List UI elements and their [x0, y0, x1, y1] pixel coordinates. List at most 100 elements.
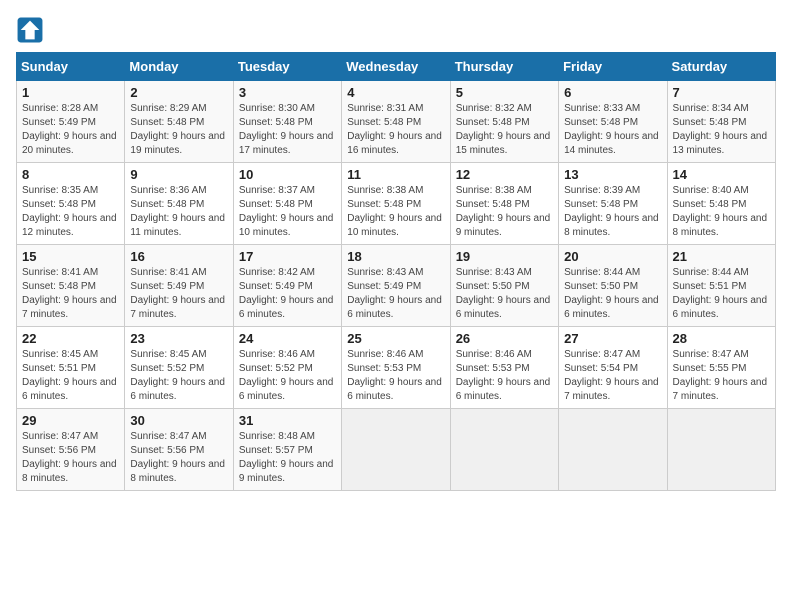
calendar-week: 1 Sunrise: 8:28 AMSunset: 5:49 PMDayligh… [17, 81, 776, 163]
calendar-day [342, 409, 450, 491]
day-number: 25 [347, 331, 444, 346]
day-info: Sunrise: 8:32 AMSunset: 5:48 PMDaylight:… [456, 102, 553, 158]
day-info: Sunrise: 8:29 AMSunset: 5:48 PMDaylight:… [130, 102, 227, 158]
page-header [16, 16, 776, 44]
day-info: Sunrise: 8:34 AMSunset: 5:48 PMDaylight:… [673, 102, 770, 158]
day-number: 20 [564, 249, 661, 264]
calendar-week: 29 Sunrise: 8:47 AMSunset: 5:56 PMDaylig… [17, 409, 776, 491]
day-info: Sunrise: 8:44 AMSunset: 5:50 PMDaylight:… [564, 266, 661, 322]
day-info: Sunrise: 8:47 AMSunset: 5:54 PMDaylight:… [564, 348, 661, 404]
calendar-day: 31 Sunrise: 8:48 AMSunset: 5:57 PMDaylig… [233, 409, 341, 491]
day-number: 10 [239, 167, 336, 182]
day-header-saturday: Saturday [667, 53, 775, 81]
calendar-table: SundayMondayTuesdayWednesdayThursdayFrid… [16, 52, 776, 491]
calendar-day: 14 Sunrise: 8:40 AMSunset: 5:48 PMDaylig… [667, 163, 775, 245]
day-number: 15 [22, 249, 119, 264]
day-info: Sunrise: 8:44 AMSunset: 5:51 PMDaylight:… [673, 266, 770, 322]
calendar-day: 9 Sunrise: 8:36 AMSunset: 5:48 PMDayligh… [125, 163, 233, 245]
calendar-header: SundayMondayTuesdayWednesdayThursdayFrid… [17, 53, 776, 81]
calendar-day: 22 Sunrise: 8:45 AMSunset: 5:51 PMDaylig… [17, 327, 125, 409]
day-info: Sunrise: 8:30 AMSunset: 5:48 PMDaylight:… [239, 102, 336, 158]
day-number: 19 [456, 249, 553, 264]
calendar-day: 5 Sunrise: 8:32 AMSunset: 5:48 PMDayligh… [450, 81, 558, 163]
calendar-day: 21 Sunrise: 8:44 AMSunset: 5:51 PMDaylig… [667, 245, 775, 327]
calendar-day: 2 Sunrise: 8:29 AMSunset: 5:48 PMDayligh… [125, 81, 233, 163]
calendar-day: 30 Sunrise: 8:47 AMSunset: 5:56 PMDaylig… [125, 409, 233, 491]
day-number: 27 [564, 331, 661, 346]
calendar-day: 17 Sunrise: 8:42 AMSunset: 5:49 PMDaylig… [233, 245, 341, 327]
calendar-day: 7 Sunrise: 8:34 AMSunset: 5:48 PMDayligh… [667, 81, 775, 163]
day-header-friday: Friday [559, 53, 667, 81]
day-info: Sunrise: 8:43 AMSunset: 5:50 PMDaylight:… [456, 266, 553, 322]
day-number: 14 [673, 167, 770, 182]
day-number: 5 [456, 85, 553, 100]
day-info: Sunrise: 8:38 AMSunset: 5:48 PMDaylight:… [456, 184, 553, 240]
calendar-day: 13 Sunrise: 8:39 AMSunset: 5:48 PMDaylig… [559, 163, 667, 245]
day-info: Sunrise: 8:39 AMSunset: 5:48 PMDaylight:… [564, 184, 661, 240]
day-info: Sunrise: 8:31 AMSunset: 5:48 PMDaylight:… [347, 102, 444, 158]
day-info: Sunrise: 8:36 AMSunset: 5:48 PMDaylight:… [130, 184, 227, 240]
day-number: 13 [564, 167, 661, 182]
day-number: 22 [22, 331, 119, 346]
day-info: Sunrise: 8:43 AMSunset: 5:49 PMDaylight:… [347, 266, 444, 322]
day-info: Sunrise: 8:38 AMSunset: 5:48 PMDaylight:… [347, 184, 444, 240]
day-info: Sunrise: 8:41 AMSunset: 5:48 PMDaylight:… [22, 266, 119, 322]
calendar-body: 1 Sunrise: 8:28 AMSunset: 5:49 PMDayligh… [17, 81, 776, 491]
calendar-day: 16 Sunrise: 8:41 AMSunset: 5:49 PMDaylig… [125, 245, 233, 327]
day-number: 26 [456, 331, 553, 346]
calendar-day: 25 Sunrise: 8:46 AMSunset: 5:53 PMDaylig… [342, 327, 450, 409]
day-info: Sunrise: 8:42 AMSunset: 5:49 PMDaylight:… [239, 266, 336, 322]
day-number: 6 [564, 85, 661, 100]
calendar-day: 4 Sunrise: 8:31 AMSunset: 5:48 PMDayligh… [342, 81, 450, 163]
calendar-day: 11 Sunrise: 8:38 AMSunset: 5:48 PMDaylig… [342, 163, 450, 245]
day-number: 9 [130, 167, 227, 182]
day-number: 23 [130, 331, 227, 346]
calendar-day: 1 Sunrise: 8:28 AMSunset: 5:49 PMDayligh… [17, 81, 125, 163]
day-info: Sunrise: 8:45 AMSunset: 5:51 PMDaylight:… [22, 348, 119, 404]
day-info: Sunrise: 8:47 AMSunset: 5:55 PMDaylight:… [673, 348, 770, 404]
calendar-day: 19 Sunrise: 8:43 AMSunset: 5:50 PMDaylig… [450, 245, 558, 327]
day-number: 7 [673, 85, 770, 100]
day-info: Sunrise: 8:37 AMSunset: 5:48 PMDaylight:… [239, 184, 336, 240]
day-header-sunday: Sunday [17, 53, 125, 81]
day-number: 3 [239, 85, 336, 100]
day-info: Sunrise: 8:33 AMSunset: 5:48 PMDaylight:… [564, 102, 661, 158]
calendar-day: 23 Sunrise: 8:45 AMSunset: 5:52 PMDaylig… [125, 327, 233, 409]
day-number: 11 [347, 167, 444, 182]
day-number: 2 [130, 85, 227, 100]
day-info: Sunrise: 8:47 AMSunset: 5:56 PMDaylight:… [22, 430, 119, 486]
calendar-week: 15 Sunrise: 8:41 AMSunset: 5:48 PMDaylig… [17, 245, 776, 327]
day-number: 28 [673, 331, 770, 346]
day-info: Sunrise: 8:46 AMSunset: 5:53 PMDaylight:… [456, 348, 553, 404]
day-number: 30 [130, 413, 227, 428]
day-number: 18 [347, 249, 444, 264]
calendar-day: 26 Sunrise: 8:46 AMSunset: 5:53 PMDaylig… [450, 327, 558, 409]
calendar-day [450, 409, 558, 491]
day-number: 29 [22, 413, 119, 428]
day-info: Sunrise: 8:41 AMSunset: 5:49 PMDaylight:… [130, 266, 227, 322]
calendar-day: 6 Sunrise: 8:33 AMSunset: 5:48 PMDayligh… [559, 81, 667, 163]
day-info: Sunrise: 8:35 AMSunset: 5:48 PMDaylight:… [22, 184, 119, 240]
day-number: 1 [22, 85, 119, 100]
calendar-day [559, 409, 667, 491]
calendar-day: 18 Sunrise: 8:43 AMSunset: 5:49 PMDaylig… [342, 245, 450, 327]
calendar-day: 3 Sunrise: 8:30 AMSunset: 5:48 PMDayligh… [233, 81, 341, 163]
day-info: Sunrise: 8:40 AMSunset: 5:48 PMDaylight:… [673, 184, 770, 240]
day-header-monday: Monday [125, 53, 233, 81]
day-info: Sunrise: 8:28 AMSunset: 5:49 PMDaylight:… [22, 102, 119, 158]
day-header-thursday: Thursday [450, 53, 558, 81]
day-number: 16 [130, 249, 227, 264]
day-header-tuesday: Tuesday [233, 53, 341, 81]
day-info: Sunrise: 8:48 AMSunset: 5:57 PMDaylight:… [239, 430, 336, 486]
calendar-day: 10 Sunrise: 8:37 AMSunset: 5:48 PMDaylig… [233, 163, 341, 245]
calendar-day: 8 Sunrise: 8:35 AMSunset: 5:48 PMDayligh… [17, 163, 125, 245]
calendar-day: 15 Sunrise: 8:41 AMSunset: 5:48 PMDaylig… [17, 245, 125, 327]
day-number: 17 [239, 249, 336, 264]
day-info: Sunrise: 8:45 AMSunset: 5:52 PMDaylight:… [130, 348, 227, 404]
logo-icon [16, 16, 44, 44]
day-number: 31 [239, 413, 336, 428]
day-number: 8 [22, 167, 119, 182]
calendar-day: 20 Sunrise: 8:44 AMSunset: 5:50 PMDaylig… [559, 245, 667, 327]
day-number: 24 [239, 331, 336, 346]
calendar-week: 8 Sunrise: 8:35 AMSunset: 5:48 PMDayligh… [17, 163, 776, 245]
